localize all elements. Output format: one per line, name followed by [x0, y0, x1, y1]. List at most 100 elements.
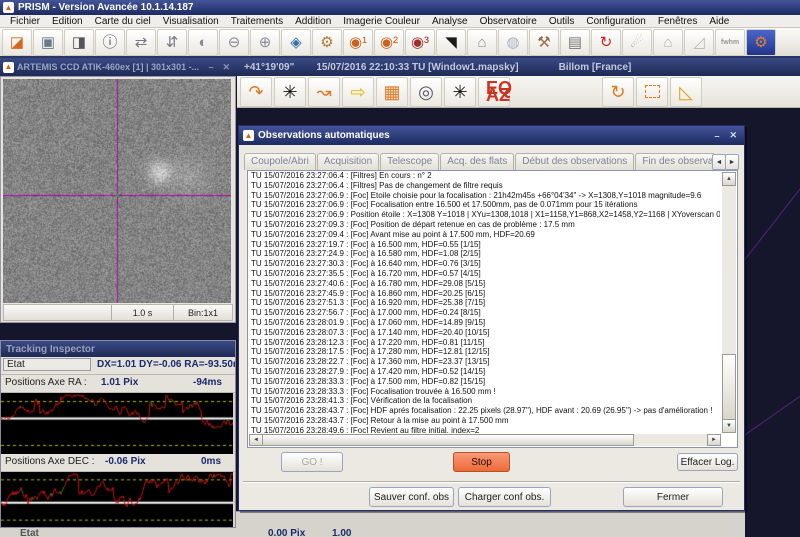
display-adjust-icon[interactable]: ◨ — [64, 29, 94, 56]
log-vertical-scrollbar[interactable]: ▲ ▼ — [722, 172, 736, 433]
toolbar-icon: ▣ — [41, 35, 55, 50]
scroll-right-icon[interactable]: ► — [707, 434, 721, 446]
log-line: TU 15/07/2016 23:28:07.3 : [Foc] à 17.14… — [251, 328, 720, 338]
comet-icon[interactable]: ☄ — [622, 29, 652, 56]
contrast-icon[interactable]: ◐ — [188, 29, 218, 56]
ccd-image-window: 1.0 s Bin:1x1 — [0, 76, 236, 323]
camera-3-icon[interactable]: ◉³ — [405, 29, 435, 56]
toolbar-icon: ▤ — [568, 35, 582, 50]
horizontal-scroll-thumb[interactable] — [262, 434, 634, 446]
settings-gear-icon[interactable]: ⚙ — [312, 29, 342, 56]
camera-2-icon[interactable]: ◉² — [374, 29, 404, 56]
scroll-left-icon[interactable]: ◄ — [249, 434, 263, 446]
menu-item[interactable]: Visualisation — [157, 16, 225, 27]
scroll-down-icon[interactable]: ▼ — [722, 419, 736, 433]
menu-item[interactable]: Edition — [46, 16, 89, 27]
menu-item[interactable]: Configuration — [580, 16, 651, 27]
pointing-arrow-icon[interactable]: ↷ — [240, 77, 272, 107]
tracking-dec-label: Positions Axe DEC : — [5, 456, 94, 467]
scroll-up-icon[interactable]: ▲ — [722, 172, 736, 186]
clear-log-button[interactable]: Effacer Log. — [677, 453, 738, 471]
angle-tool-icon[interactable]: ◺ — [670, 77, 702, 107]
menu-item[interactable]: Outils — [543, 16, 581, 27]
flip-vertical-icon[interactable]: ⇵ — [157, 29, 187, 56]
ccd-window-title: ARTEMIS CCD ATIK-460ex [1] | 301x301 -..… — [17, 62, 202, 72]
toolbar-icon: ◿ — [693, 35, 705, 50]
menu-item[interactable]: Fenêtres — [652, 16, 703, 27]
menu-item[interactable]: Observatoire — [474, 16, 543, 27]
vertical-scroll-thumb[interactable] — [722, 354, 736, 420]
go-button[interactable]: GO ! — [281, 452, 343, 472]
menu-item[interactable]: Aide — [703, 16, 735, 27]
zoom-in-icon[interactable]: ⊕ — [250, 29, 280, 56]
zoom-out-icon[interactable]: ⊖ — [219, 29, 249, 56]
menu-item[interactable]: Traitements — [225, 16, 289, 27]
magnifier-window-icon[interactable]: ◈ — [281, 29, 311, 56]
execution-log[interactable]: TU 15/07/2016 23:27:06.4 : [Filtres] En … — [247, 170, 738, 448]
prism-application-window: ▲ PRISM - Version Avancée 10.1.14.187 Fi… — [0, 0, 800, 537]
tab-fin-des-observations[interactable]: Fin des observations — [635, 153, 714, 170]
info-icon[interactable]: ⓘ — [95, 29, 125, 56]
dialog-titlebar[interactable]: ▲ Observations automatiques – ✕ — [239, 126, 744, 145]
dome-gray-icon[interactable]: ⌂ — [653, 29, 683, 56]
tab-scroll-left-button[interactable]: ◄ — [712, 154, 726, 170]
tab-scroll-right-button[interactable]: ► — [725, 154, 739, 170]
refresh-icon[interactable]: ↻ — [591, 29, 621, 56]
toolbar-icon: ↻ — [610, 83, 625, 101]
guiding-monitor-icon[interactable]: ◎ — [410, 77, 442, 107]
toolbar-icon: ⇄ — [135, 35, 148, 50]
ccd-window-titlebar[interactable]: ▲ ARTEMIS CCD ATIK-460ex [1] | 301x301 -… — [0, 58, 236, 76]
camera-1-icon[interactable]: ◉¹ — [343, 29, 373, 56]
open-image-icon[interactable]: ◪ — [2, 29, 32, 56]
selection-box-icon[interactable] — [636, 77, 668, 107]
goto-slew-icon[interactable]: ↝ — [308, 77, 340, 107]
menu-item[interactable]: Fichier — [4, 16, 46, 27]
stop-button[interactable]: Stop — [453, 452, 510, 472]
log-line: TU 15/07/2016 23:27:09.3 : [Foc] Positio… — [251, 220, 720, 230]
flat-field-icon[interactable]: ◿ — [684, 29, 714, 56]
menu-item[interactable]: Analyse — [426, 16, 474, 27]
menu-item[interactable]: Imagerie Couleur — [337, 16, 426, 27]
load-config-button[interactable]: Charger conf obs. — [458, 487, 551, 507]
save-icon[interactable]: ▣ — [33, 29, 63, 56]
eq-az-icon[interactable]: EQ AZ — [478, 77, 510, 107]
tab-acq-des-flats[interactable]: Acq. des flats — [440, 153, 514, 170]
robot-arm-icon[interactable]: ⚙ — [746, 29, 776, 56]
close-dialog-button[interactable]: Fermer — [623, 487, 723, 507]
tab-coupole-abri[interactable]: Coupole/Abri — [244, 153, 316, 170]
menu-item[interactable]: Addition — [289, 16, 337, 27]
center-frame-icon[interactable]: ✳ — [444, 77, 476, 107]
rotate-field-icon[interactable]: ↻ — [602, 77, 634, 107]
tab-telescope[interactable]: Telescope — [380, 153, 439, 170]
dialog-minimize-button[interactable]: – — [711, 131, 722, 141]
ccd-image-canvas[interactable] — [3, 79, 231, 303]
fwhm-icon[interactable]: fwhm — [715, 29, 745, 56]
tracking-titlebar[interactable]: Tracking Inspector — [1, 341, 235, 357]
ephemeris-table-icon[interactable]: ▦ — [376, 77, 408, 107]
tab-acquisition[interactable]: Acquisition — [317, 153, 379, 170]
dome-icon[interactable]: ⌂ — [467, 29, 497, 56]
ccd-close-button[interactable]: ✕ — [219, 62, 233, 73]
tracking-dec-row: Positions Axe DEC : -0.06 Pix 0ms — [1, 454, 235, 472]
log-horizontal-scrollbar[interactable]: ◄ ► — [249, 434, 721, 446]
log-line: TU 15/07/2016 23:27:09.4 : [Foc] Avant m… — [251, 230, 720, 240]
tools-icon[interactable]: ⚒ — [529, 29, 559, 56]
center-object-icon[interactable]: ✳ — [274, 77, 306, 107]
bottom-state-label: Etat — [20, 528, 39, 537]
toolbar-icon: ⌂ — [477, 35, 486, 50]
save-config-button[interactable]: Sauver conf. obs — [369, 487, 454, 507]
log-line: TU 15/07/2016 23:27:51.3 : [Foc] à 16.92… — [251, 298, 720, 308]
flip-horizontal-icon[interactable]: ⇄ — [126, 29, 156, 56]
celestial-sphere-icon[interactable]: ◍ — [498, 29, 528, 56]
step-forward-icon[interactable]: ⇨ — [342, 77, 374, 107]
tracking-state-values: DX=1.01 DY=-0.06 RA=-93.50m — [97, 359, 236, 370]
menu-item[interactable]: Carte du ciel — [89, 16, 157, 27]
log-line: TU 15/07/2016 23:28:17.5 : [Foc] à 17.28… — [251, 347, 720, 357]
ccd-minimize-button[interactable]: – — [205, 62, 216, 72]
dialog-close-button[interactable]: ✕ — [726, 130, 740, 141]
telescope-icon[interactable]: ◥ — [436, 29, 466, 56]
log-line: TU 15/07/2016 23:27:24.9 : [Foc] à 16.58… — [251, 249, 720, 259]
toolbar-icon: ◐ — [198, 35, 207, 50]
tab-debut-des-observations[interactable]: Début des observations — [515, 153, 634, 170]
histogram-icon[interactable]: ▤ — [560, 29, 590, 56]
